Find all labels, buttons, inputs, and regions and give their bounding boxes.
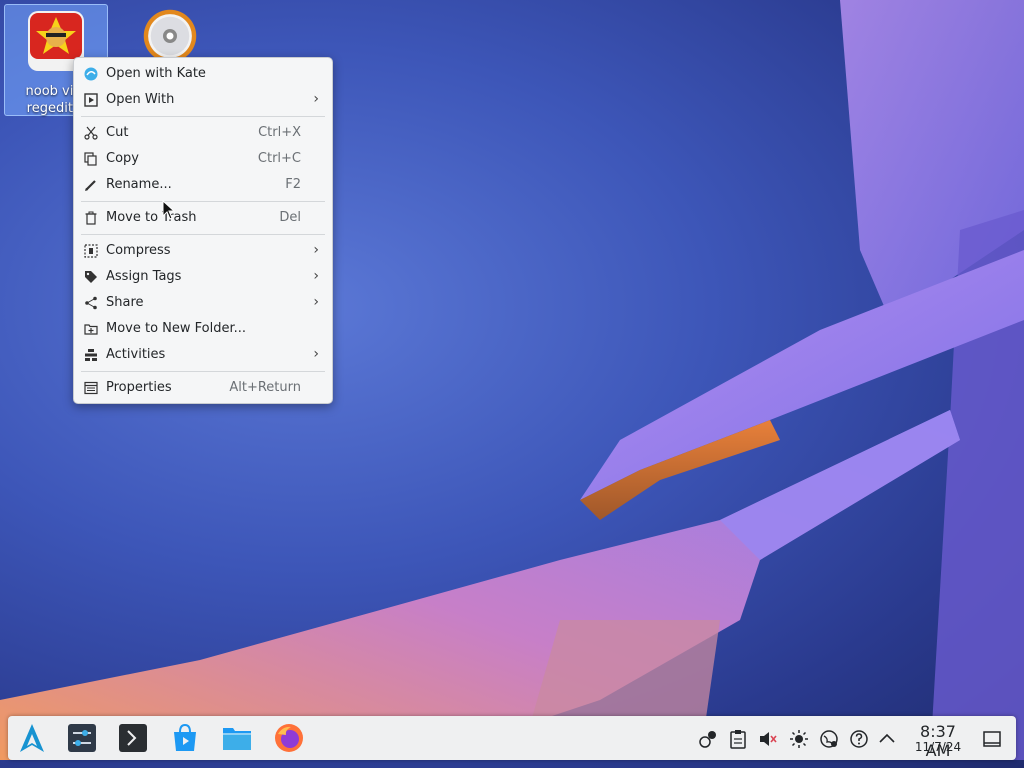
launcher-icon[interactable] — [16, 722, 48, 754]
properties-icon — [84, 381, 98, 395]
menu-item-cut[interactable]: Cut Ctrl+X — [74, 120, 332, 146]
menu-item-properties[interactable]: Properties Alt+Return — [74, 375, 332, 401]
share-icon — [85, 296, 97, 310]
discover-icon[interactable] — [169, 722, 201, 754]
desktop: noob viet regedit b Open with Kate Open … — [0, 0, 1024, 768]
menu-item-share[interactable]: Share › — [74, 290, 332, 316]
menu-separator — [81, 371, 325, 372]
menu-item-open-with[interactable]: Open With › — [74, 87, 332, 113]
menu-item-label: Assign Tags — [106, 269, 182, 284]
menu-item-activities[interactable]: Activities › — [74, 342, 332, 368]
submenu-arrow-icon: › — [313, 242, 319, 258]
trash-icon — [85, 211, 97, 225]
menu-shortcut: Ctrl+C — [257, 151, 301, 166]
context-menu: Open with Kate Open With › Cut Ctrl+X Co… — [73, 57, 333, 404]
pencil-icon — [85, 180, 96, 191]
taskbar: 8:37 AM 11/7/24 — [8, 716, 1016, 760]
menu-item-label: Copy — [106, 151, 139, 166]
menu-shortcut: F2 — [285, 177, 301, 192]
volume-muted-icon[interactable] — [758, 729, 778, 749]
files-icon[interactable] — [221, 722, 253, 754]
menu-item-move-to-new-folder[interactable]: Move to New Folder... — [74, 316, 332, 342]
compress-icon — [84, 244, 98, 258]
menu-item-label: Cut — [106, 125, 129, 140]
brightness-icon[interactable] — [789, 729, 809, 749]
open-with-icon — [84, 93, 98, 107]
desktop-icon-disc[interactable] — [118, 4, 222, 64]
mouse-cursor-icon — [162, 200, 176, 220]
menu-item-compress[interactable]: Compress › — [74, 238, 332, 264]
submenu-arrow-icon: › — [313, 346, 319, 362]
menu-item-label: Properties — [106, 380, 172, 395]
menu-item-label: Activities — [106, 347, 166, 362]
menu-item-label: Share — [106, 295, 144, 310]
scissors-icon — [84, 126, 98, 140]
menu-shortcut: Alt+Return — [229, 380, 301, 395]
submenu-arrow-icon: › — [313, 294, 319, 310]
show-desktop-icon[interactable] — [982, 729, 1002, 749]
menu-item-label: Open with Kate — [106, 66, 206, 81]
menu-item-open-with-kate[interactable]: Open with Kate — [74, 61, 332, 87]
menu-separator — [81, 116, 325, 117]
copy-icon — [84, 152, 97, 166]
clock-date[interactable]: 11/7/24 — [906, 740, 970, 754]
menu-shortcut: Ctrl+X — [258, 125, 301, 140]
menu-item-copy[interactable]: Copy Ctrl+C — [74, 146, 332, 172]
menu-shortcut: Del — [279, 210, 301, 225]
activities-icon — [85, 349, 97, 361]
submenu-arrow-icon: › — [313, 91, 319, 107]
disc-icon — [143, 9, 197, 63]
network-icon[interactable] — [819, 729, 839, 749]
menu-item-label: Compress — [106, 243, 171, 258]
menu-item-move-to-trash[interactable]: Move to Trash Del — [74, 205, 332, 231]
updates-icon[interactable] — [698, 729, 718, 749]
menu-item-label: Move to New Folder... — [106, 321, 247, 336]
menu-item-assign-tags[interactable]: Assign Tags › — [74, 264, 332, 290]
menu-item-label: Rename... — [106, 177, 172, 192]
firefox-icon[interactable] — [273, 722, 305, 754]
submenu-arrow-icon: › — [313, 268, 319, 284]
menu-separator — [81, 201, 325, 202]
settings-icon[interactable] — [66, 722, 98, 754]
tag-icon — [85, 271, 97, 283]
help-icon[interactable] — [849, 729, 869, 749]
terminal-icon[interactable] — [117, 722, 149, 754]
clipboard-icon[interactable] — [728, 729, 748, 749]
menu-separator — [81, 234, 325, 235]
menu-item-label: Move to Trash — [106, 210, 197, 225]
menu-item-label: Open With — [106, 92, 175, 107]
new-folder-icon — [84, 324, 98, 335]
kate-icon — [84, 67, 98, 81]
tray-expand-icon[interactable] — [877, 729, 897, 749]
menu-item-rename[interactable]: Rename... F2 — [74, 172, 332, 198]
